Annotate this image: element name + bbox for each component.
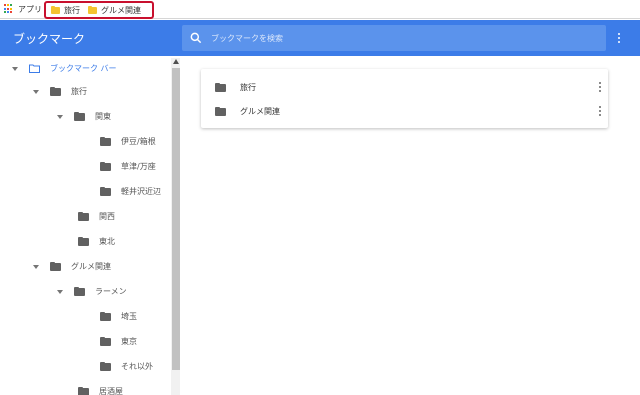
folder-icon [74, 112, 85, 121]
folder-icon [50, 262, 61, 271]
folder-icon [100, 337, 111, 346]
tree-item[interactable]: それ以外 [100, 354, 153, 379]
folder-icon [100, 187, 111, 196]
tree-item[interactable]: 関西 [78, 204, 115, 229]
page-title: ブックマーク [13, 31, 86, 46]
tree-item-label: 草津/万座 [121, 162, 156, 171]
item-menu-icon[interactable] [596, 80, 604, 94]
chevron-down-icon[interactable] [56, 288, 64, 296]
tree-item[interactable]: 東北 [78, 229, 115, 254]
search-placeholder: ブックマークを検索 [211, 33, 283, 43]
list-item[interactable]: グルメ関連 [201, 99, 608, 123]
tree-item[interactable]: 関東 [56, 104, 111, 129]
tree-item-label: 軽井沢近辺 [121, 187, 161, 196]
tree-item[interactable]: 軽井沢近辺 [100, 179, 161, 204]
highlighted-bookmark-folders: 旅行 グルメ関連 [44, 1, 154, 19]
tree-item[interactable]: 伊豆/箱根 [100, 129, 156, 154]
tree-item[interactable]: 旅行 [32, 79, 87, 104]
chevron-down-icon[interactable] [32, 88, 40, 96]
folder-icon [78, 387, 89, 395]
folder-icon [215, 106, 226, 116]
folder-icon [88, 5, 97, 15]
apps-grid-icon [4, 4, 14, 14]
bookmark-folder-gourmet[interactable]: グルメ関連 [88, 5, 141, 16]
tree-item-label: 伊豆/箱根 [121, 137, 156, 146]
folder-icon [74, 287, 85, 296]
scroll-up-arrow-icon[interactable] [173, 59, 179, 64]
tree-item-label: 居酒屋 [99, 387, 123, 395]
tree-item-label: 関東 [95, 112, 111, 121]
tree-item[interactable]: 居酒屋 [78, 379, 123, 395]
bookmark-list-card: 旅行 グルメ関連 [201, 69, 608, 128]
bookmark-folder-travel[interactable]: 旅行 [51, 5, 80, 16]
bookmarks-bar: アプリ 旅行 グルメ関連 [0, 0, 640, 19]
app-header: ブックマーク ブックマークを検索 [0, 20, 640, 56]
tree-item-label: 埼玉 [121, 312, 137, 321]
list-item-label: グルメ関連 [240, 106, 280, 116]
chevron-down-icon[interactable] [32, 263, 40, 271]
apps-label: アプリ [18, 4, 42, 14]
folder-icon [100, 362, 111, 371]
tree-item-label: ブックマーク バー [50, 64, 117, 73]
chevron-down-icon[interactable] [11, 65, 19, 73]
apps-shortcut[interactable]: アプリ [4, 0, 48, 19]
folder-icon [100, 312, 111, 321]
tree-item[interactable]: ブックマーク バー [11, 56, 117, 81]
tree-item-label: 東北 [99, 237, 115, 246]
folder-tree-sidebar: ブックマーク バー 旅行 関東 伊豆/箱根 草津/万座 軽井沢近辺 関西 東北 … [0, 56, 180, 395]
item-menu-icon[interactable] [596, 104, 604, 118]
search-input[interactable]: ブックマークを検索 [182, 25, 606, 51]
sidebar-scrollbar-thumb[interactable] [172, 68, 180, 370]
folder-icon [50, 87, 61, 96]
tree-item[interactable]: 埼玉 [100, 304, 137, 329]
tree-item[interactable]: 東京 [100, 329, 137, 354]
folder-icon [100, 137, 111, 146]
folder-icon [78, 212, 89, 221]
tree-item-label: 関西 [99, 212, 115, 221]
chevron-down-icon[interactable] [56, 113, 64, 121]
tree-item-label: 東京 [121, 337, 137, 346]
list-item-label: 旅行 [240, 82, 256, 92]
tree-item-label: ラーメン [95, 287, 127, 296]
tree-item[interactable]: ラーメン [56, 279, 127, 304]
list-item[interactable]: 旅行 [201, 75, 608, 99]
folder-icon [215, 82, 226, 92]
folder-icon [100, 162, 111, 171]
folder-icon [78, 237, 89, 246]
tree-item-label: グルメ関連 [71, 262, 111, 271]
tree-item[interactable]: グルメ関連 [32, 254, 111, 279]
bookmark-folder-label: グルメ関連 [101, 5, 141, 15]
folder-open-icon [29, 64, 40, 73]
more-options-icon[interactable] [612, 30, 626, 46]
bookmark-folder-label: 旅行 [64, 5, 80, 15]
tree-item-label: 旅行 [71, 87, 87, 96]
tree-item-label: それ以外 [121, 362, 153, 371]
folder-icon [51, 5, 60, 15]
search-icon [190, 32, 202, 44]
tree-item[interactable]: 草津/万座 [100, 154, 156, 179]
